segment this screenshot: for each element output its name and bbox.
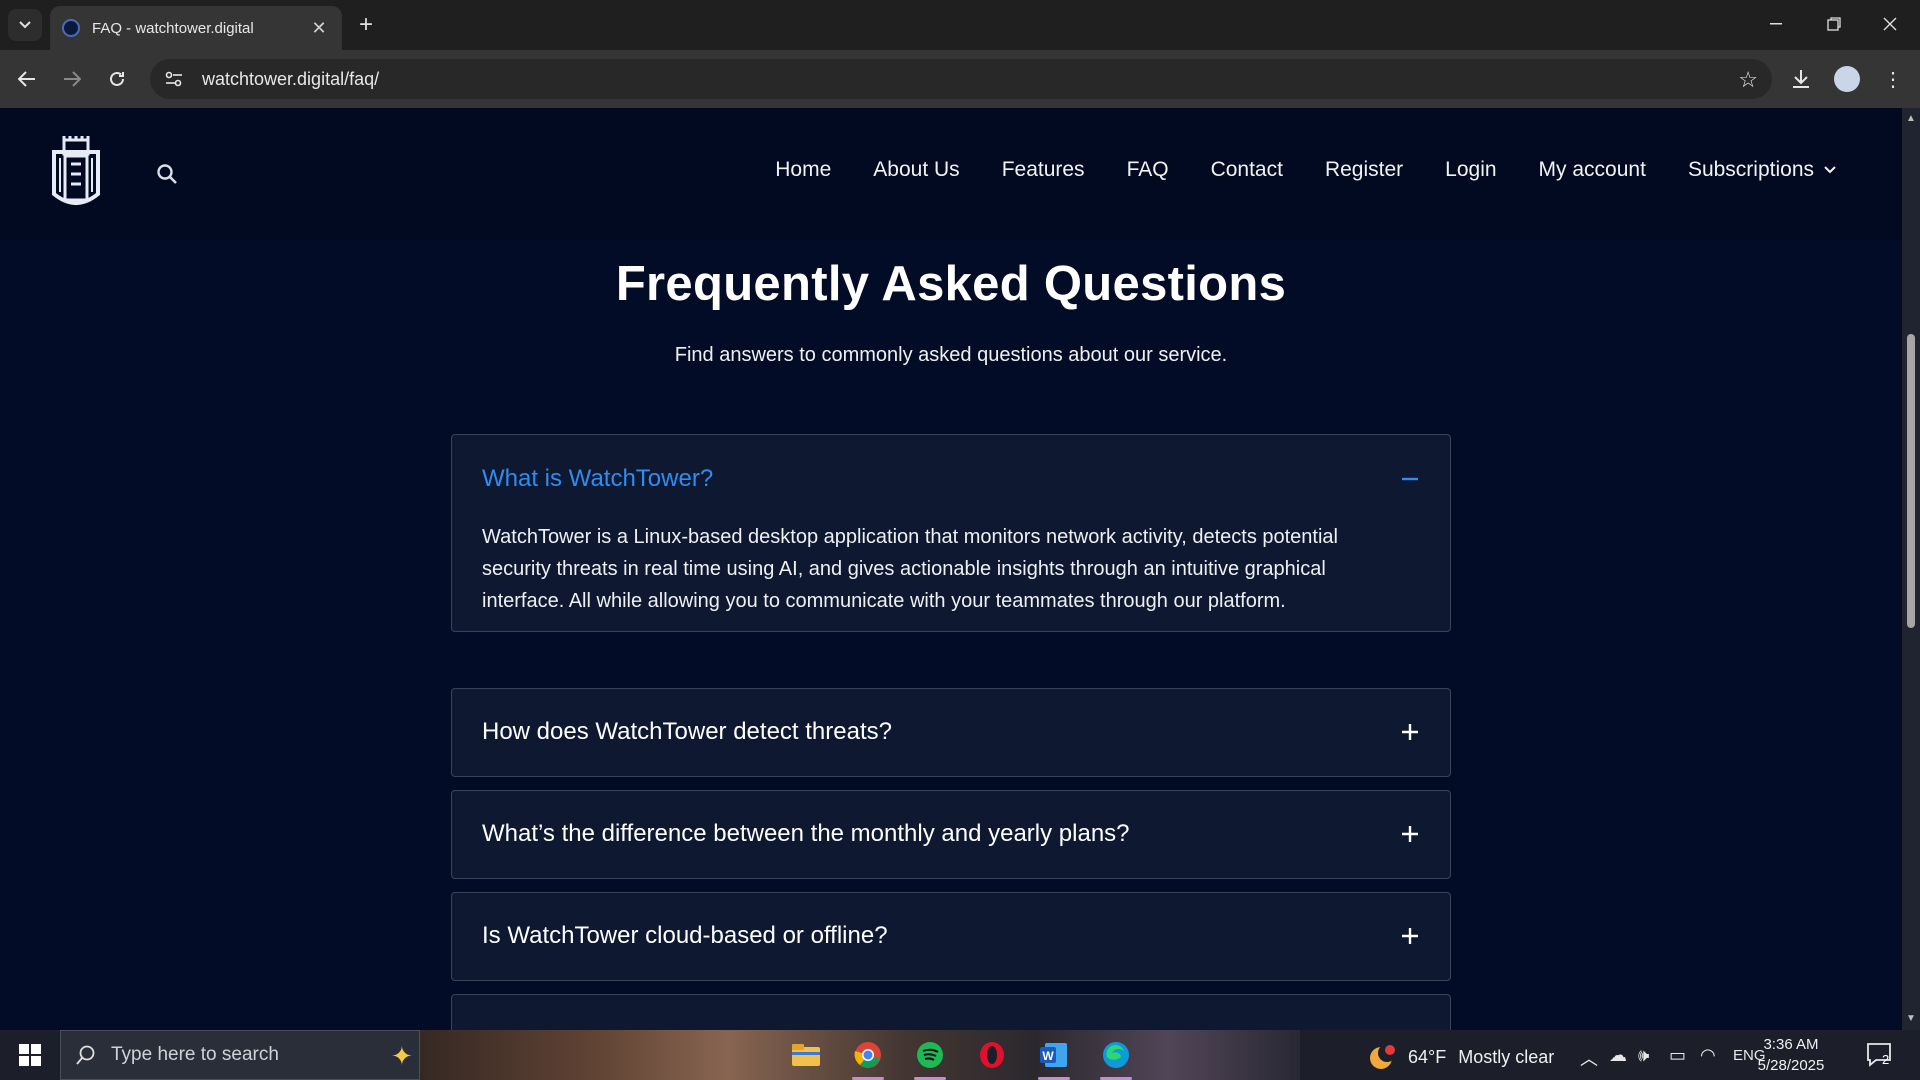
scrollbar-thumb[interactable] xyxy=(1907,334,1915,628)
page-subtitle: Find answers to commonly asked questions… xyxy=(674,344,1228,366)
faq-item-2[interactable]: How does WatchTower detect threats? xyxy=(451,688,1451,777)
page-title: Frequently Asked Questions xyxy=(615,257,1287,311)
plus-icon[interactable] xyxy=(1400,926,1420,946)
edge-icon[interactable] xyxy=(1088,1030,1144,1080)
close-icon xyxy=(1883,17,1897,31)
tray-chevron-up-icon[interactable]: ︿ xyxy=(1580,1045,1598,1071)
faq-item-1: What is WatchTower? WatchTower is a Linu… xyxy=(451,434,1451,632)
word-icon[interactable]: W xyxy=(1026,1030,1082,1080)
opera-icon[interactable] xyxy=(964,1030,1020,1080)
site-header: Home About Us Features FAQ Contact Regis… xyxy=(0,108,1902,240)
windows-taskbar: Type here to search ✦ W 64°F Mostly clea… xyxy=(0,1030,1920,1080)
minus-icon[interactable] xyxy=(1400,469,1420,489)
nav-login[interactable]: Login xyxy=(1445,158,1496,182)
chrome-icon[interactable] xyxy=(840,1030,896,1080)
url-text[interactable]: watchtower.digital/faq/ xyxy=(202,69,379,90)
nav-contact[interactable]: Contact xyxy=(1211,158,1283,182)
faq-item-3[interactable]: What’s the difference between the monthl… xyxy=(451,790,1451,879)
chevron-down-icon xyxy=(19,21,31,29)
reload-icon xyxy=(110,71,124,86)
file-explorer-icon[interactable] xyxy=(778,1030,834,1080)
spotify-icon[interactable] xyxy=(902,1030,958,1080)
download-icon[interactable] xyxy=(1785,63,1817,95)
copilot-sparkle-icon[interactable]: ✦ xyxy=(391,1041,413,1072)
main-nav: Home About Us Features FAQ Contact Regis… xyxy=(733,158,1836,182)
faq-item-5[interactable] xyxy=(451,994,1451,1030)
windows-start-button[interactable] xyxy=(0,1030,60,1080)
weather-temp: 64°F xyxy=(1408,1046,1447,1067)
plus-icon[interactable] xyxy=(1400,722,1420,742)
browser-tab-active[interactable]: FAQ - watchtower.digital ✕ xyxy=(50,6,342,50)
volume-icon[interactable]: 🕪 xyxy=(1638,1045,1649,1066)
menu-kebab-icon[interactable]: ⋮ xyxy=(1877,63,1909,95)
clock[interactable]: 3:36 AM 5/28/2025 xyxy=(1746,1034,1836,1076)
watchtower-logo[interactable] xyxy=(48,134,104,210)
minimize-button[interactable] xyxy=(1756,8,1796,40)
forward-button[interactable] xyxy=(56,63,88,95)
taskbar-search-input[interactable]: Type here to search ✦ xyxy=(60,1030,420,1080)
arrow-left-icon xyxy=(18,71,35,87)
battery-icon[interactable]: ▭ xyxy=(1669,1045,1686,1066)
restore-button[interactable] xyxy=(1814,8,1854,40)
minimize-icon xyxy=(1770,23,1782,25)
new-tab-button[interactable]: + xyxy=(352,11,380,39)
nav-faq[interactable]: FAQ xyxy=(1127,158,1169,182)
notification-count: 2 xyxy=(1882,1052,1890,1067)
svg-text:W: W xyxy=(1042,1049,1054,1063)
faq-item-4[interactable]: Is WatchTower cloud-based or offline? xyxy=(451,892,1451,981)
tab-title: FAQ - watchtower.digital xyxy=(92,19,254,37)
address-bar[interactable]: watchtower.digital/faq/ ☆ xyxy=(150,59,1772,99)
plus-icon[interactable] xyxy=(1400,824,1420,844)
close-window-button[interactable] xyxy=(1870,8,1910,40)
bookmark-star-icon[interactable]: ☆ xyxy=(1738,67,1758,93)
favicon-icon xyxy=(62,19,80,37)
tab-search-button[interactable] xyxy=(8,9,42,41)
nav-features[interactable]: Features xyxy=(1002,158,1085,182)
nav-subscriptions-label: Subscriptions xyxy=(1687,158,1814,181)
chevron-down-icon xyxy=(1824,166,1836,174)
notification-icon xyxy=(1867,1043,1891,1067)
browser-tab-strip: FAQ - watchtower.digital ✕ + xyxy=(0,0,1920,50)
back-button[interactable] xyxy=(11,63,43,95)
page-scrollbar[interactable]: ▲ ▼ xyxy=(1902,108,1920,1030)
clock-date: 5/28/2025 xyxy=(1757,1057,1825,1074)
weather-text: Mostly clear xyxy=(1458,1046,1555,1067)
scroll-down-icon[interactable]: ▼ xyxy=(1906,1014,1916,1024)
search-icon xyxy=(76,1045,95,1065)
faq-question-4[interactable]: Is WatchTower cloud-based or offline? xyxy=(482,922,888,950)
reload-button[interactable] xyxy=(101,63,133,95)
faq-question-2[interactable]: How does WatchTower detect threats? xyxy=(482,718,892,746)
nav-my-account[interactable]: My account xyxy=(1539,158,1646,182)
profile-avatar[interactable] xyxy=(1831,63,1863,95)
faq-question-1[interactable]: What is WatchTower? xyxy=(482,465,713,493)
search-placeholder: Type here to search xyxy=(111,1044,279,1065)
browser-toolbar: watchtower.digital/faq/ ☆ ⋮ xyxy=(0,50,1920,108)
nav-register[interactable]: Register xyxy=(1325,158,1403,182)
windows-logo-icon xyxy=(19,1044,41,1066)
close-tab-icon[interactable]: ✕ xyxy=(308,17,330,39)
clock-time: 3:36 AM xyxy=(1763,1036,1819,1053)
search-icon[interactable] xyxy=(155,162,179,186)
faq-answer-1: WatchTower is a Linux-based desktop appl… xyxy=(482,526,1338,612)
restore-icon xyxy=(1827,17,1841,31)
faq-question-3[interactable]: What’s the difference between the monthl… xyxy=(482,820,1130,848)
nav-subscriptions[interactable]: Subscriptions xyxy=(1688,158,1836,182)
onedrive-cloud-icon[interactable]: ☁ xyxy=(1609,1045,1627,1066)
wifi-icon[interactable]: ◠ xyxy=(1700,1045,1716,1066)
weather-widget[interactable]: 64°F Mostly clear xyxy=(1368,1043,1554,1071)
arrow-right-icon xyxy=(64,71,81,87)
notification-center-button[interactable]: 2 xyxy=(1866,1042,1894,1068)
weather-moon-icon xyxy=(1370,1044,1396,1069)
nav-home[interactable]: Home xyxy=(775,158,831,182)
site-info-icon[interactable] xyxy=(154,59,194,99)
scroll-up-icon[interactable]: ▲ xyxy=(1906,114,1916,124)
nav-about-us[interactable]: About Us xyxy=(873,158,959,182)
page-viewport: Home About Us Features FAQ Contact Regis… xyxy=(0,108,1902,1030)
